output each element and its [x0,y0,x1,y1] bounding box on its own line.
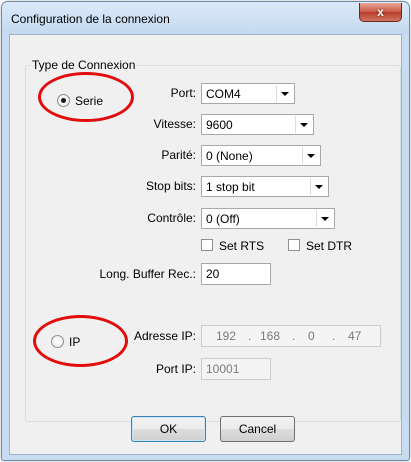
close-button[interactable]: x [359,3,402,22]
set-dtr-label[interactable]: Set DTR [306,239,352,253]
buffer-field[interactable] [202,264,270,284]
chevron-down-icon[interactable] [316,210,333,227]
annotation-circle-ip [33,315,128,367]
ip-octet-2: 168 [260,329,281,343]
window-title: Configuration de la connexion [11,12,170,26]
controle-select[interactable]: 0 (Off) [201,208,335,229]
set-rts-checkbox[interactable] [201,239,213,251]
parite-label: Parité: [161,148,196,162]
controle-label: Contrôle: [147,211,196,225]
annotation-circle-serie [38,72,134,122]
set-dtr-checkbox[interactable] [288,239,300,251]
port-value: COM4 [206,87,241,101]
cancel-button[interactable]: Cancel [220,416,295,442]
chevron-down-icon[interactable] [276,85,293,102]
port-select[interactable]: COM4 [201,83,295,104]
ok-button[interactable]: OK [131,416,206,442]
group-label: Type de Connexion [30,58,138,72]
vitesse-select[interactable]: 9600 [201,114,314,135]
vitesse-value: 9600 [206,118,233,132]
chevron-down-icon[interactable] [295,116,312,133]
controle-value: 0 (Off) [206,212,240,226]
parite-select[interactable]: 0 (None) [201,145,321,166]
chevron-down-icon[interactable] [302,147,319,164]
title-bar[interactable]: Configuration de la connexion x [2,2,409,34]
ip-octet-4: 47 [348,329,362,343]
buffer-input[interactable] [201,263,271,285]
close-icon: x [377,5,384,19]
ip-port-label: Port IP: [155,362,196,376]
buffer-label: Long. Buffer Rec.: [99,267,196,281]
stop-bits-label: Stop bits: [145,179,196,193]
stop-bits-select[interactable]: 1 stop bit [201,176,329,197]
ip-port-field[interactable] [202,359,270,379]
stop-bits-value: 1 stop bit [206,180,255,194]
chevron-down-icon[interactable] [310,178,327,195]
ip-port-input[interactable] [201,358,271,380]
ip-address-input[interactable]: 192 . 168 . 0 . 47 [201,325,381,347]
ip-octet-3: 0 [308,329,315,343]
dialog-window: Configuration de la connexion x Type de … [1,1,410,461]
parite-value: 0 (None) [206,149,253,163]
ip-octet-1: 192 [216,329,237,343]
set-rts-label[interactable]: Set RTS [219,239,264,253]
